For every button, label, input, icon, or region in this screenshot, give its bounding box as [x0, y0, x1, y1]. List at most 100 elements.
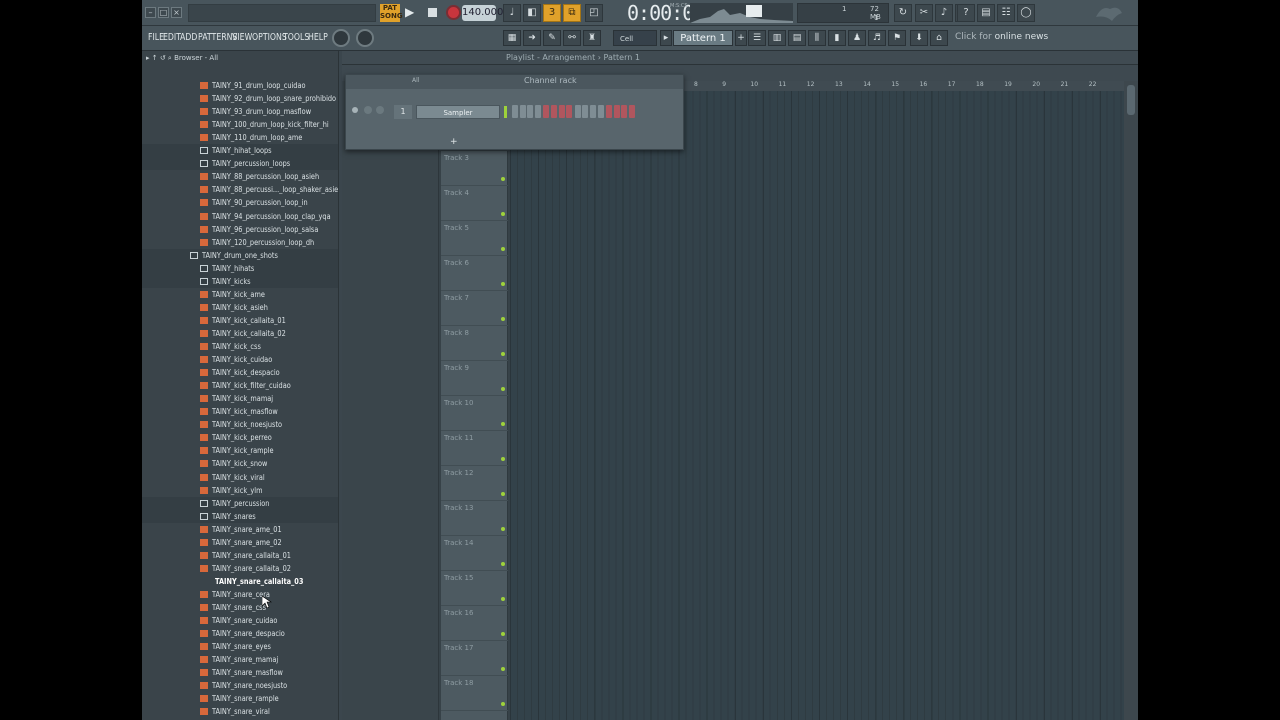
- channel-volume-knob[interactable]: [376, 106, 384, 114]
- add-channel-button[interactable]: +: [450, 137, 458, 147]
- track-header[interactable]: Track 4: [441, 186, 508, 221]
- browser-folder-item[interactable]: TAINY_kicks: [142, 274, 338, 288]
- browser-file-item[interactable]: TAINY_kick_callaita_02: [142, 327, 338, 340]
- browser-file-item[interactable]: TAINY_kick_despacio: [142, 366, 338, 379]
- browser-file-item[interactable]: TAINY_92_drum_loop_snare_prohibido: [142, 92, 338, 105]
- browser-file-item[interactable]: TAINY_kick_perreo: [142, 431, 338, 444]
- track-led-icon[interactable]: [501, 212, 505, 216]
- track-header[interactable]: Track 14: [441, 536, 508, 571]
- step-button[interactable]: [590, 105, 596, 118]
- track-led-icon[interactable]: [501, 352, 505, 356]
- timeline-ruler[interactable]: 8 9 10 11 12 13 14 15 16 17 18 19 20 21 22: [668, 81, 1124, 91]
- step-button[interactable]: [512, 105, 518, 118]
- menu-tools[interactable]: TOOLS: [283, 32, 309, 43]
- track-header[interactable]: Track 12: [441, 466, 508, 501]
- step-button[interactable]: [551, 105, 557, 118]
- menu-add[interactable]: ADD: [180, 32, 197, 43]
- playlist-view-icon[interactable]: ▦: [503, 30, 521, 46]
- browser-folder-item[interactable]: TAINY_snares: [142, 509, 338, 523]
- step-button[interactable]: [534, 105, 541, 118]
- track-header[interactable]: Track 18: [441, 676, 508, 711]
- recording-mode-icon[interactable]: ◰: [585, 4, 603, 22]
- track-header[interactable]: Track 3: [441, 151, 508, 186]
- browser-file-item[interactable]: TAINY_110_drum_loop_ame: [142, 131, 338, 144]
- wait-input-icon[interactable]: ◧: [523, 4, 541, 22]
- browser-file-item[interactable]: TAINY_snare_ame_01: [142, 523, 338, 536]
- track-led-icon[interactable]: [501, 247, 505, 251]
- step-button[interactable]: [527, 105, 534, 118]
- browser-folder-item[interactable]: TAINY_percussion: [142, 496, 338, 510]
- pattern-prev-icon[interactable]: ▸: [660, 30, 672, 46]
- arrow-icon[interactable]: ➜: [523, 30, 541, 46]
- metronome-icon[interactable]: ♩: [503, 4, 521, 22]
- browser-file-item[interactable]: TAINY_94_percussion_loop_clap_yqa: [142, 210, 338, 223]
- mixer-icon[interactable]: ☷: [997, 4, 1015, 22]
- step-button[interactable]: [606, 105, 613, 118]
- piano-roll-icon[interactable]: ▥: [768, 30, 786, 46]
- track-led-icon[interactable]: [501, 387, 505, 391]
- browser-file-item[interactable]: TAINY_kick_masflow: [142, 405, 338, 418]
- track-led-icon[interactable]: [501, 632, 505, 636]
- play-icon[interactable]: ▶: [405, 5, 414, 19]
- plugin-picker-icon[interactable]: ▮: [828, 30, 846, 46]
- browser-file-item[interactable]: TAINY_snare_despacio: [142, 627, 338, 640]
- channel-rack-window[interactable]: All Channel rack 1 Sampler +: [345, 74, 684, 150]
- browser-file-item[interactable]: TAINY_100_drum_loop_kick_filter_hi: [142, 118, 338, 131]
- track-led-icon[interactable]: [501, 527, 505, 531]
- export-icon[interactable]: ⬇: [910, 30, 928, 46]
- plugin-database-icon[interactable]: ⚑: [888, 30, 906, 46]
- browser-file-item[interactable]: TAINY_kick_callaita_01: [142, 314, 338, 327]
- scrollbar-thumb[interactable]: [1127, 85, 1135, 115]
- track-led-icon[interactable]: [501, 492, 505, 496]
- browser-file-item[interactable]: TAINY_snare_viral: [142, 705, 338, 718]
- countdown-icon[interactable]: 3: [543, 4, 561, 22]
- track-led-icon[interactable]: [501, 177, 505, 181]
- track-header[interactable]: Track 13: [441, 501, 508, 536]
- snap-selector[interactable]: Cell: [613, 30, 657, 46]
- track-header[interactable]: Track 8: [441, 326, 508, 361]
- mixer-view-icon[interactable]: ⫼: [808, 30, 826, 46]
- loop-record-icon[interactable]: ⧉: [563, 4, 581, 22]
- step-button[interactable]: [558, 105, 565, 118]
- browser-file-item[interactable]: TAINY_snare_css: [142, 601, 338, 614]
- save-icon[interactable]: ▤: [977, 4, 995, 22]
- menu-help[interactable]: HELP: [308, 32, 328, 43]
- browser-file-item[interactable]: TAINY_90_percussion_loop_in: [142, 196, 338, 209]
- pattern-selector[interactable]: Pattern 1: [673, 30, 733, 46]
- track-header[interactable]: Track 9: [441, 361, 508, 396]
- tempo-display[interactable]: 140.000: [462, 5, 503, 21]
- track-led-icon[interactable]: [501, 282, 505, 286]
- track-led-icon[interactable]: [501, 317, 505, 321]
- track-led-icon[interactable]: [501, 702, 505, 706]
- step-button[interactable]: [613, 105, 620, 118]
- browser-icon[interactable]: ♟: [848, 30, 866, 46]
- browser-folder-item[interactable]: TAINY_percussion_loops: [142, 157, 338, 171]
- track-led-icon[interactable]: [501, 597, 505, 601]
- browser-file-item[interactable]: TAINY_kick_ame: [142, 288, 338, 301]
- menu-edit[interactable]: EDIT: [163, 32, 181, 43]
- browser-file-item[interactable]: TAINY_93_drum_loop_masflow: [142, 105, 338, 118]
- stop-icon[interactable]: [428, 8, 437, 17]
- track-header[interactable]: Track 11: [441, 431, 508, 466]
- step-button[interactable]: [574, 105, 581, 118]
- microphone-icon[interactable]: ♪: [935, 4, 953, 22]
- channel-rack-header[interactable]: All Channel rack: [346, 75, 683, 89]
- channel-filter[interactable]: All: [412, 77, 419, 84]
- maximize-icon[interactable]: □: [158, 7, 169, 18]
- track-led-icon[interactable]: [501, 422, 505, 426]
- menu-options[interactable]: OPTIONS: [252, 32, 287, 43]
- help-icon[interactable]: ?: [957, 4, 975, 22]
- browser-file-item[interactable]: TAINY_kick_noesjusto: [142, 418, 338, 431]
- browser-file-item[interactable]: TAINY_kick_ylm: [142, 484, 338, 497]
- browser-file-item[interactable]: TAINY_120_percussion_loop_dh: [142, 236, 338, 249]
- step-button[interactable]: [629, 105, 635, 118]
- browser-nav-icons[interactable]: ▸ ↑ ↺ ⌕: [146, 54, 174, 62]
- minimize-icon[interactable]: –: [145, 7, 156, 18]
- chat-icon[interactable]: ◯: [1017, 4, 1035, 22]
- undo-icon[interactable]: ↻: [894, 4, 912, 22]
- pattern-song-toggle[interactable]: PAT SONG: [380, 4, 403, 22]
- record-icon[interactable]: [446, 5, 461, 20]
- track-header[interactable]: Track 15: [441, 571, 508, 606]
- browser-folder-item[interactable]: TAINY_hihats: [142, 261, 338, 275]
- browser-file-item[interactable]: TAINY_kick_css: [142, 340, 338, 353]
